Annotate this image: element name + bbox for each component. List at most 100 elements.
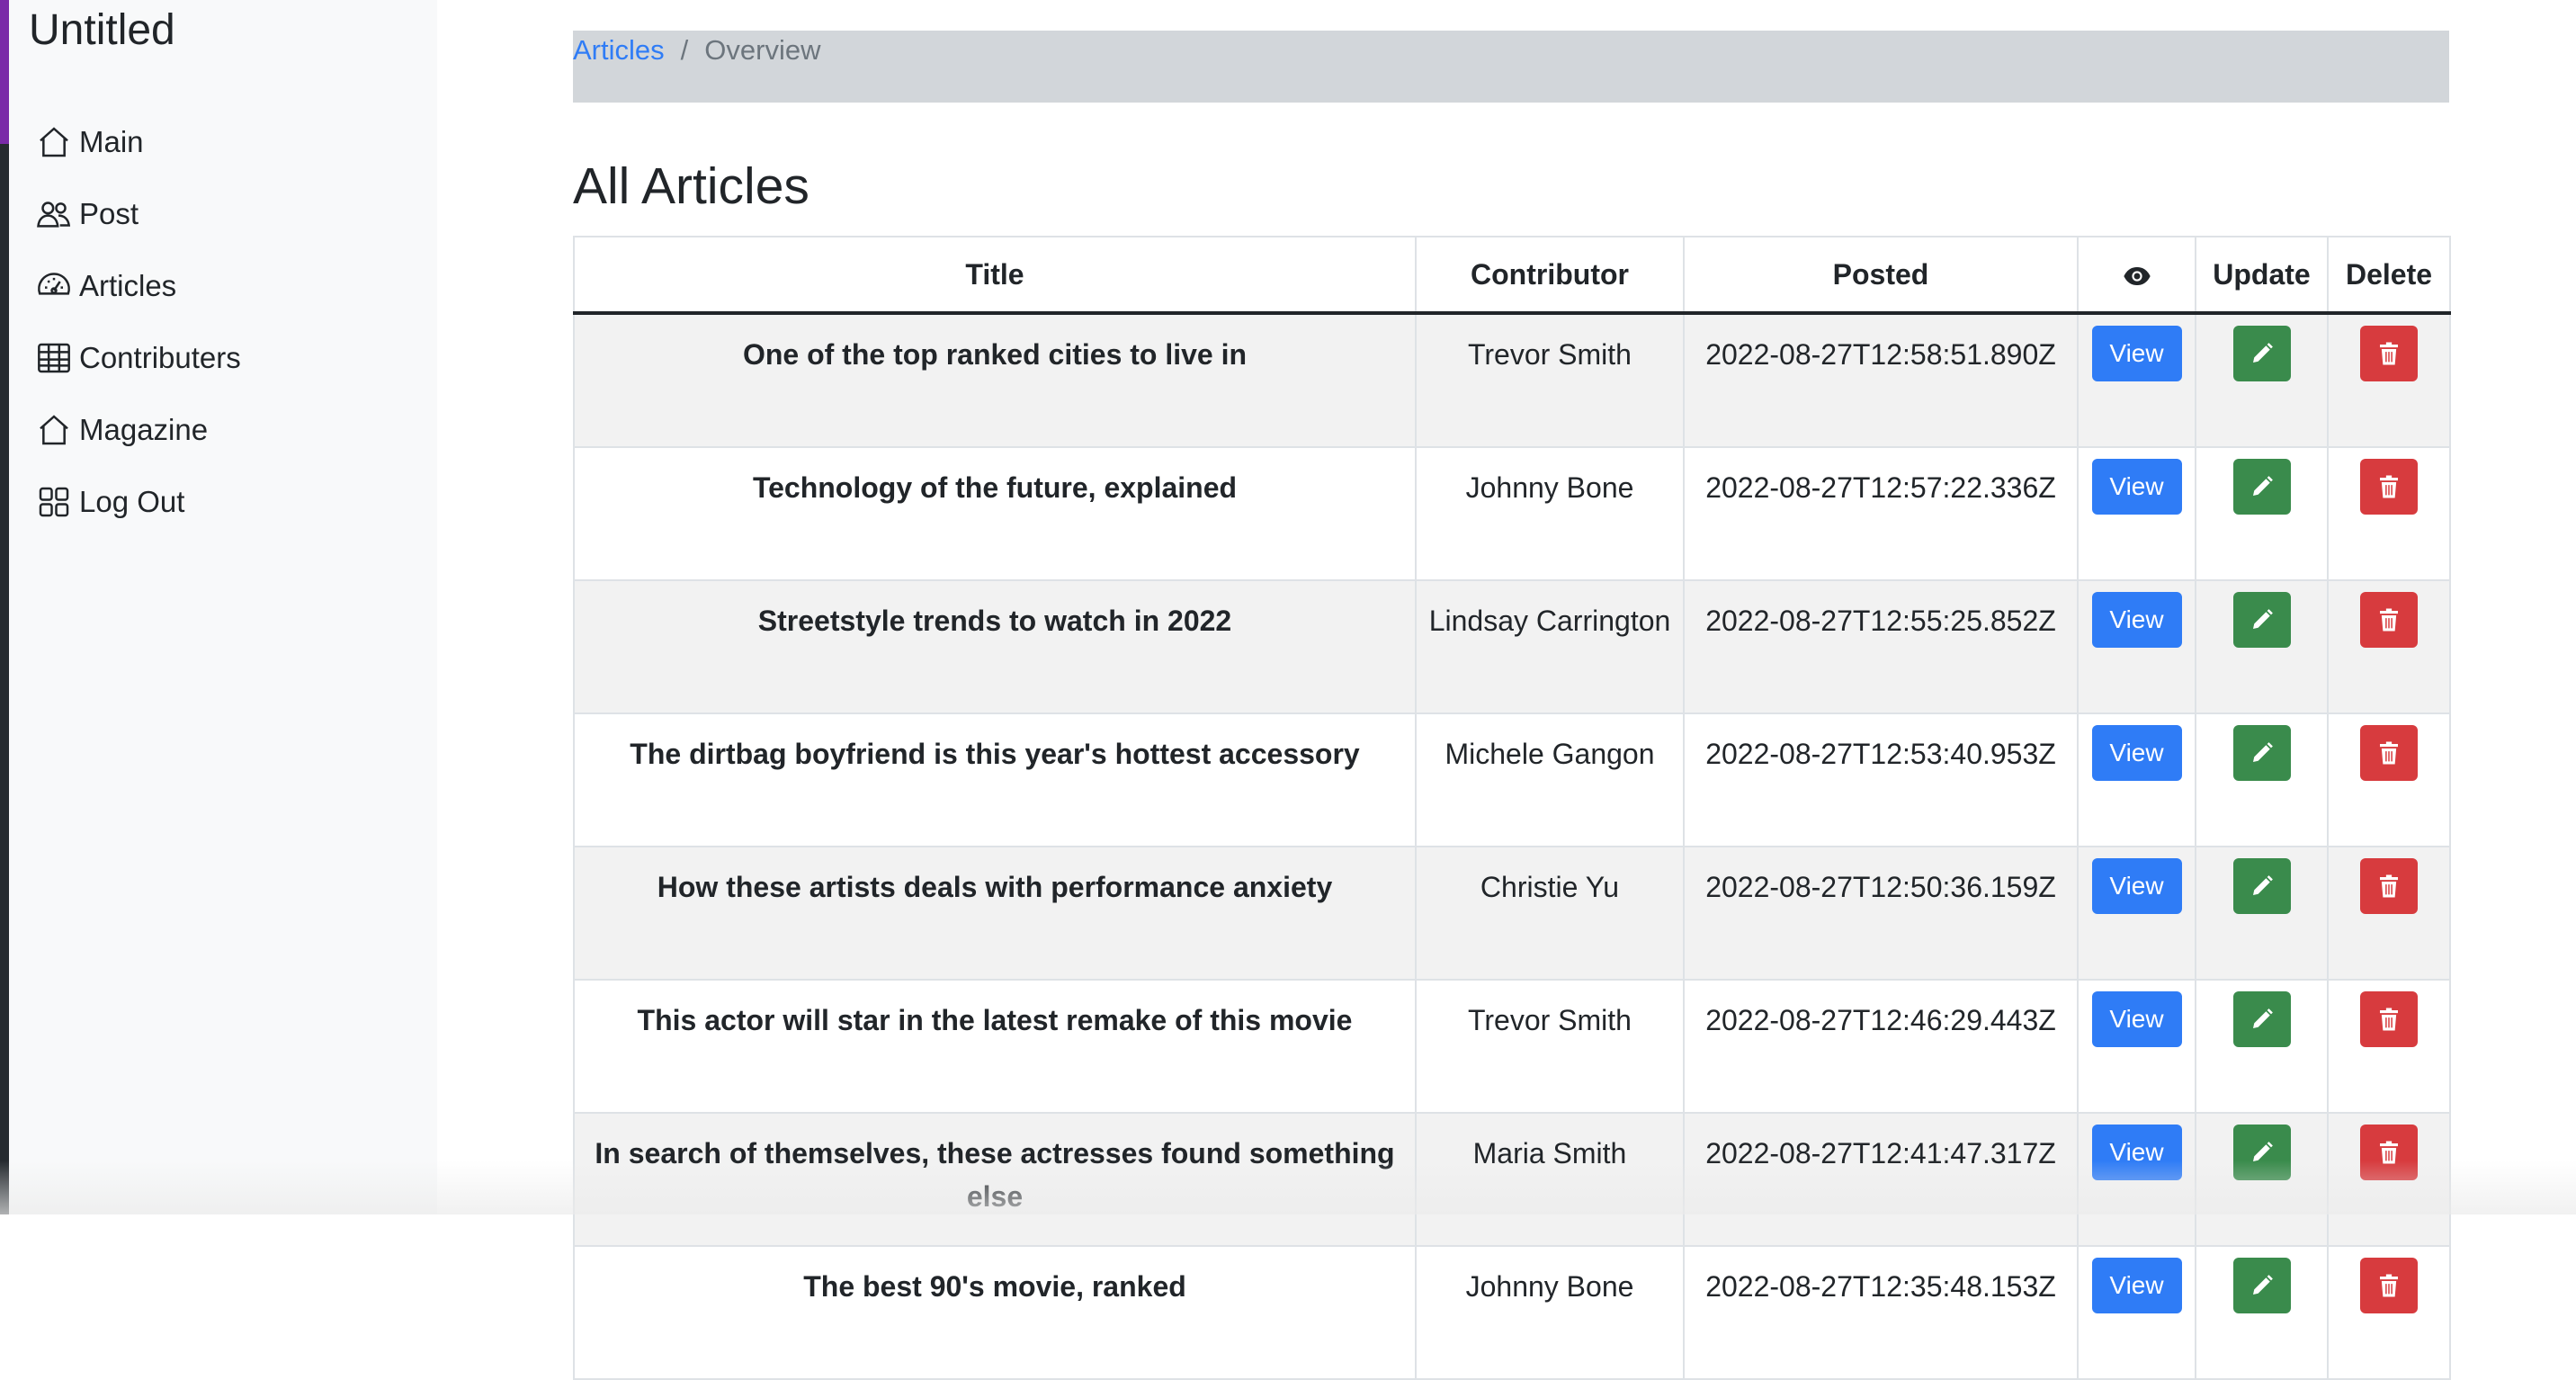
update-cell [2195,1245,2329,1380]
article-posted: 2022-08-27T12:53:40.953Z [1683,712,2079,847]
trash-icon [2380,741,2398,765]
sidebar-item-articles[interactable]: Articles [36,250,241,322]
article-contributor: Johnny Bone [1415,446,1685,581]
view-cell: View [2077,1245,2196,1380]
breadcrumb-current: Overview [704,34,821,66]
update-button[interactable] [2232,991,2291,1047]
pencil-icon [2252,875,2273,895]
home-icon [40,415,68,445]
update-button[interactable] [2232,459,2291,515]
article-contributor: Lindsay Carrington [1415,579,1685,714]
article-posted: 2022-08-27T12:50:36.159Z [1683,846,2079,981]
view-cell: View [2077,979,2196,1114]
update-button[interactable] [2232,592,2291,648]
sidebar-item-label: Articles [79,269,177,302]
delete-cell [2327,846,2451,981]
view-button[interactable]: View [2091,1125,2182,1180]
view-button[interactable]: View [2091,1258,2182,1313]
sidebar-item-magazine[interactable]: Magazine [36,394,241,466]
trash-icon [2380,475,2398,498]
delete-button[interactable] [2360,725,2418,781]
sidebar-item-main[interactable]: Main [36,106,241,178]
delete-button[interactable] [2360,592,2418,648]
pencil-icon [2252,742,2273,762]
article-title: Streetstyle trends to watch in 2022 [573,579,1417,714]
table-row: The dirtbag boyfriend is this year's hot… [573,712,2451,847]
header-posted: Posted [1683,236,2079,315]
table-row: In search of themselves, these actresses… [573,1112,2451,1247]
view-cell: View [2077,312,2196,448]
article-posted: 2022-08-27T12:35:48.153Z [1683,1245,2079,1380]
sidebar-item-label: Log Out [79,485,185,518]
article-title: In search of themselves, these actresses… [573,1112,1417,1247]
view-cell: View [2077,846,2196,981]
article-posted: 2022-08-27T12:46:29.443Z [1683,979,2079,1114]
delete-button[interactable] [2360,459,2418,515]
delete-button[interactable] [2360,991,2418,1047]
update-button[interactable] [2232,326,2291,381]
delete-button[interactable] [2360,326,2418,381]
speedometer-icon [38,273,70,295]
sidebar-item-contributers[interactable]: Contributers [36,322,241,394]
view-button[interactable]: View [2091,725,2182,781]
breadcrumb-separator: / [680,34,689,66]
update-cell [2195,1112,2329,1247]
delete-cell [2327,712,2451,847]
table-row: Streetstyle trends to watch in 2022 Linds… [573,579,2451,714]
article-title: This actor will star in the latest remak… [573,979,1417,1114]
update-button[interactable] [2232,1258,2291,1313]
sidebar-item-log-out[interactable]: Log Out [36,466,241,538]
update-cell [2195,979,2329,1114]
view-button[interactable]: View [2091,459,2182,515]
update-button[interactable] [2232,858,2291,914]
view-cell: View [2077,579,2196,714]
sidebar-item-label: Contributers [79,341,241,374]
delete-button[interactable] [2360,858,2418,914]
update-button[interactable] [2232,725,2291,781]
header-view [2077,236,2196,315]
home-icon [40,127,68,157]
header-contributor: Contributor [1415,236,1685,315]
sidebar-item-post[interactable]: Post [36,178,241,250]
article-contributor: Michele Gangon [1415,712,1685,847]
articles-table: Title Contributor Posted Update Delete O… [573,236,2451,1380]
delete-button[interactable] [2360,1258,2418,1313]
view-button[interactable]: View [2091,326,2182,381]
table-body: One of the top ranked cities to live in T… [573,312,2451,1380]
table-row: One of the top ranked cities to live in T… [573,312,2451,448]
delete-cell [2327,1245,2451,1380]
table-header-row: Title Contributor Posted Update Delete [573,236,2451,315]
breadcrumb: Articles / Overview [573,31,2449,103]
update-cell [2195,579,2329,714]
article-contributor: Johnny Bone [1415,1245,1685,1380]
article-posted: 2022-08-27T12:58:51.890Z [1683,312,2079,448]
header-update: Update [2195,236,2329,315]
delete-cell [2327,579,2451,714]
pencil-icon [2252,1275,2273,1295]
article-title: The best 90's movie, ranked [573,1245,1417,1380]
update-cell [2195,712,2329,847]
sidebar: Untitled Main Post Articles Contributers… [9,0,437,1214]
pencil-icon [2252,476,2273,496]
delete-cell [2327,446,2451,581]
view-button[interactable]: View [2091,991,2182,1047]
update-button[interactable] [2232,1125,2291,1180]
grid-icon [39,487,69,517]
article-posted: 2022-08-27T12:55:25.852Z [1683,579,2079,714]
trash-icon [2380,342,2398,365]
article-title: How these artists deals with performance… [573,846,1417,981]
article-contributor: Christie Yu [1415,846,1685,981]
article-posted: 2022-08-27T12:57:22.336Z [1683,446,2079,581]
breadcrumb-link-articles[interactable]: Articles [573,34,665,67]
left-edge-accent [0,0,9,144]
delete-button[interactable] [2360,1125,2418,1180]
pencil-icon [2252,609,2273,629]
delete-cell [2327,312,2451,448]
pencil-icon [2252,1142,2273,1161]
view-button[interactable]: View [2091,858,2182,914]
article-posted: 2022-08-27T12:41:47.317Z [1683,1112,2079,1247]
article-title: One of the top ranked cities to live in [573,312,1417,448]
view-button[interactable]: View [2091,592,2182,648]
sidebar-item-label: Post [79,197,139,230]
app-title: Untitled [29,6,175,54]
